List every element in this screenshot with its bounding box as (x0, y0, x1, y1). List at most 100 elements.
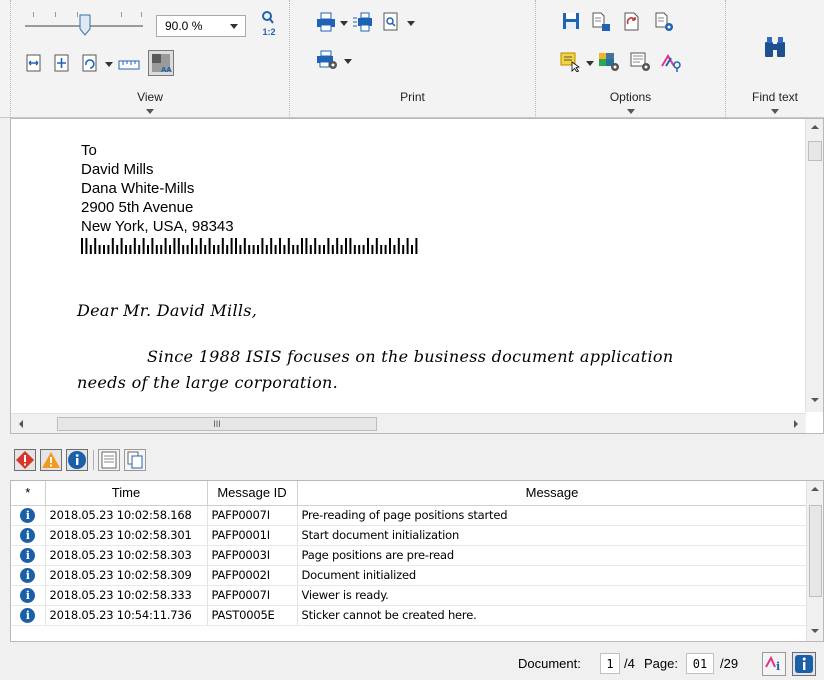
barcode-bar (103, 245, 105, 254)
print-icon[interactable] (316, 12, 336, 32)
table-row[interactable]: i 2018.05.23 10:54:11.736 PAST0005E Stic… (11, 605, 808, 626)
scroll-up-icon[interactable] (811, 125, 819, 129)
refresh-document-icon[interactable] (623, 12, 641, 32)
print-preview-icon[interactable] (382, 12, 400, 32)
clear-list-icon (101, 451, 117, 469)
message-id: PAST0005E (207, 605, 298, 626)
barcode-bar (371, 245, 374, 254)
save-icon[interactable] (562, 12, 580, 30)
barcode-bar (283, 245, 286, 254)
table-row[interactable]: i 2018.05.23 10:02:58.168 PAFP0007I Pre-… (11, 505, 808, 526)
column-header-message-id[interactable]: Message ID (207, 481, 298, 506)
document-vertical-scrollbar[interactable] (805, 119, 823, 412)
plugins-icon[interactable] (660, 52, 682, 72)
layout-settings-icon[interactable] (630, 52, 652, 72)
message-scroll-thumb[interactable] (809, 505, 822, 597)
document-settings-icon[interactable] (654, 12, 674, 32)
print-range-icon[interactable] (352, 12, 372, 32)
barcode-bar (98, 245, 101, 254)
message-list[interactable]: * Time Message ID Message i 2018.05.23 1… (10, 480, 824, 642)
chevron-down-icon[interactable] (626, 109, 635, 114)
table-row[interactable]: i 2018.05.23 10:02:58.301 PAFP0001I Star… (11, 525, 808, 546)
color-settings-icon[interactable] (598, 52, 620, 72)
zoom-combo[interactable]: 90.0 % (156, 15, 246, 37)
export-icon[interactable] (591, 12, 611, 32)
barcode-bar (195, 245, 198, 254)
message-toolbar (10, 446, 824, 476)
info-icon: i (20, 547, 36, 563)
chevron-down-icon[interactable] (586, 61, 594, 66)
find-group-label: Find text (751, 90, 799, 104)
document-info-button[interactable]: i (762, 652, 786, 676)
barcode-bar (116, 245, 119, 254)
column-header-message[interactable]: Message (297, 481, 808, 506)
document-viewer[interactable]: To David Mills Dana White-Mills 2900 5th… (10, 118, 824, 434)
fit-width-icon[interactable] (25, 54, 43, 72)
page-number-field[interactable]: 01 (686, 653, 714, 674)
messages-toggle-button[interactable] (792, 652, 816, 676)
barcode-bar (230, 238, 233, 254)
barcode-bar (309, 245, 312, 254)
barcode-bar (160, 245, 163, 254)
barcode-bar (314, 238, 317, 254)
scroll-right-icon[interactable] (794, 420, 798, 428)
table-row[interactable]: i 2018.05.23 10:02:58.333 PAFP0007I View… (11, 585, 808, 606)
barcode-bar (133, 238, 136, 254)
filter-warnings-button[interactable] (40, 449, 62, 471)
message-vertical-scrollbar[interactable] (806, 481, 823, 641)
chevron-down-icon[interactable] (771, 109, 779, 114)
scroll-left-icon[interactable] (19, 420, 23, 428)
zoom-value: 90.0 % (165, 19, 203, 33)
rotate-page-icon[interactable] (81, 54, 99, 72)
address-line: Dana White-Mills (81, 180, 195, 197)
document-total: /4 (624, 656, 635, 671)
scroll-down-icon[interactable] (811, 398, 819, 402)
table-row[interactable]: i 2018.05.23 10:02:58.309 PAFP0002I Docu… (11, 565, 808, 586)
info-icon (68, 451, 86, 469)
column-header-time[interactable]: Time (45, 481, 208, 506)
print-group-label: Print (400, 90, 425, 104)
copy-messages-button[interactable] (124, 449, 146, 471)
zoom-slider-thumb[interactable] (79, 14, 91, 36)
chevron-down-icon (230, 24, 238, 29)
filter-info-button[interactable] (66, 449, 88, 471)
zoom-ratio-icon[interactable]: 1:2 (257, 10, 281, 40)
barcode-bar (265, 245, 268, 254)
letter-greeting: Dear Mr. David Mills, (77, 301, 258, 320)
postal-barcode (81, 238, 418, 254)
ruler-icon[interactable] (118, 56, 140, 70)
barcode-bar (353, 245, 356, 254)
column-header-flag[interactable]: * (11, 481, 46, 506)
document-number-field[interactable]: 1 (600, 653, 620, 674)
vertical-scroll-thumb[interactable] (808, 141, 822, 161)
barcode-bar (318, 245, 321, 254)
barcode-bar (402, 245, 405, 254)
chevron-down-icon[interactable] (340, 21, 348, 26)
scroll-down-icon[interactable] (811, 629, 819, 633)
letter-body-line: needs of the large corporation. (77, 373, 338, 392)
horizontal-scroll-thumb[interactable]: III (57, 417, 377, 431)
barcode-bar (411, 245, 413, 254)
antialias-toggle[interactable]: AA (148, 50, 174, 76)
chevron-down-icon[interactable] (344, 59, 352, 64)
barcode-bar (358, 245, 361, 254)
clear-messages-button[interactable] (98, 449, 120, 471)
barcode-bar (336, 238, 339, 254)
chevron-down-icon[interactable] (105, 62, 113, 67)
info-icon: i (20, 507, 36, 523)
fit-page-icon[interactable] (53, 54, 71, 72)
info-icon: i (20, 567, 36, 583)
binoculars-icon[interactable] (762, 34, 788, 60)
document-horizontal-scrollbar[interactable]: III (11, 413, 806, 433)
scroll-up-icon[interactable] (811, 487, 819, 491)
select-area-icon[interactable] (560, 52, 582, 72)
print-settings-icon[interactable] (316, 50, 338, 70)
chevron-down-icon[interactable] (407, 21, 415, 26)
barcode-bar (389, 238, 391, 254)
filter-errors-button[interactable] (14, 449, 36, 471)
message-id: PAFP0007I (207, 505, 298, 526)
table-row[interactable]: i 2018.05.23 10:02:58.303 PAFP0003I Page… (11, 545, 808, 566)
barcode-bar (120, 238, 123, 254)
ribbon: 90.0 % 1:2 AA View Print Options Find te… (0, 0, 824, 118)
chevron-down-icon[interactable] (146, 109, 154, 114)
